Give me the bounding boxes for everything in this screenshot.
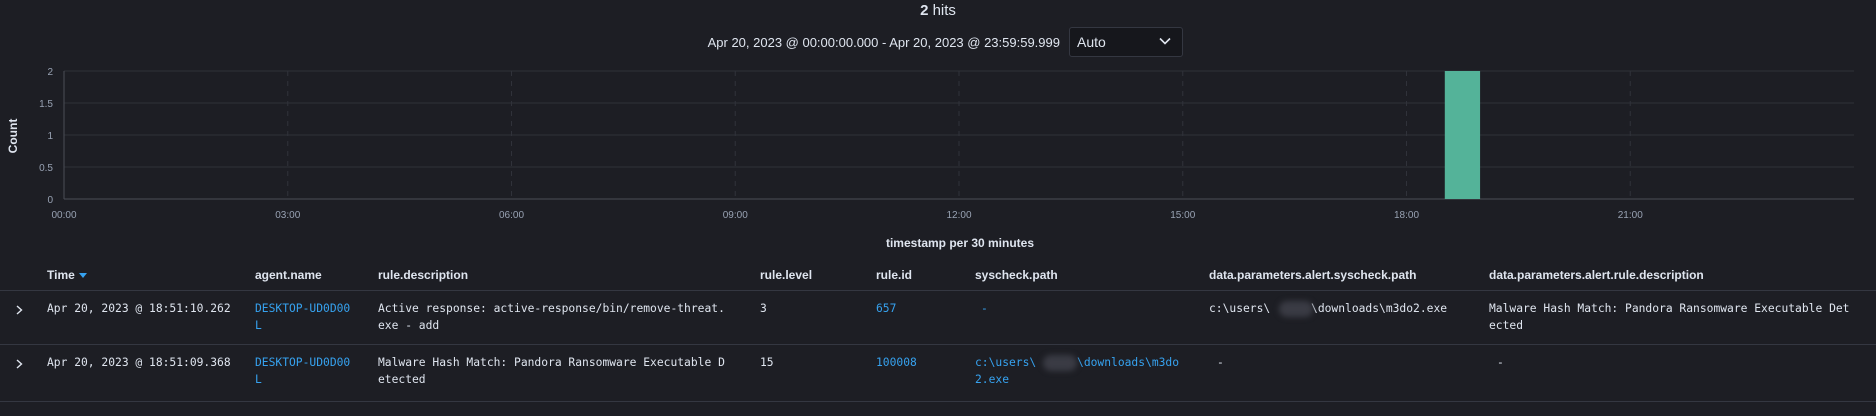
y-tick-label: 1 bbox=[47, 131, 53, 142]
interval-select[interactable]: Auto bbox=[1069, 27, 1183, 57]
hits-count: 2 hits bbox=[0, 2, 1876, 19]
table-row[interactable]: Apr 20, 2023 @ 18:51:09.368 DESKTOP-UD0D… bbox=[0, 345, 1876, 402]
cell-rule-description: Malware Hash Match: Pandora Ransomware E… bbox=[378, 356, 725, 386]
column-header-alert-rule-description[interactable]: data.parameters.alert.rule.description bbox=[1489, 268, 1704, 282]
cell-time: Apr 20, 2023 @ 18:51:09.368 bbox=[47, 356, 231, 369]
cell-syscheck-path[interactable]: c:\users\ \downloads\m3do 2.exe bbox=[975, 354, 1179, 388]
x-tick-label: 06:00 bbox=[499, 210, 524, 221]
redacted-username bbox=[1043, 355, 1077, 371]
column-header-label: Time bbox=[47, 268, 75, 282]
cell-alert-rule-description: - bbox=[1497, 356, 1504, 369]
cell-time: Apr 20, 2023 @ 18:51:10.262 bbox=[47, 302, 231, 315]
x-tick-label: 09:00 bbox=[723, 210, 748, 221]
column-header-syscheck-path[interactable]: syscheck.path bbox=[975, 268, 1058, 282]
x-tick-label: 00:00 bbox=[51, 210, 76, 221]
time-range-text: Apr 20, 2023 @ 00:00:00.000 - Apr 20, 20… bbox=[707, 35, 1060, 50]
column-header-alert-syscheck-path[interactable]: data.parameters.alert.syscheck.path bbox=[1209, 268, 1416, 282]
y-tick-label: 1.5 bbox=[39, 99, 53, 110]
chevron-down-icon bbox=[1159, 37, 1171, 45]
chevron-right-icon[interactable] bbox=[12, 357, 26, 371]
cell-rule-level: 3 bbox=[760, 302, 767, 315]
cell-alert-syscheck-path: c:\users\ \downloads\m3do2.exe bbox=[1209, 302, 1448, 315]
cell-agent-name[interactable]: DESKTOP-UD0D00 L bbox=[255, 354, 350, 388]
chevron-right-icon[interactable] bbox=[12, 303, 26, 317]
histogram-bar[interactable] bbox=[1444, 71, 1481, 199]
cell-rule-id[interactable]: 657 bbox=[876, 300, 896, 317]
cell-syscheck-path[interactable]: - bbox=[981, 300, 988, 317]
x-tick-label: 18:00 bbox=[1394, 210, 1419, 221]
y-tick-label: 2 bbox=[47, 67, 53, 78]
table-header: Time agent.name rule.description rule.le… bbox=[0, 258, 1876, 291]
x-axis-label: timestamp per 30 minutes bbox=[886, 236, 1034, 250]
table-row[interactable]: Apr 20, 2023 @ 18:51:10.262 DESKTOP-UD0D… bbox=[0, 291, 1876, 345]
column-header-agent-name[interactable]: agent.name bbox=[255, 268, 322, 282]
time-range-bar: Apr 20, 2023 @ 00:00:00.000 - Apr 20, 20… bbox=[0, 27, 1876, 57]
hits-number: 2 bbox=[920, 2, 929, 19]
column-header-time[interactable]: Time bbox=[47, 268, 87, 282]
histogram-chart[interactable]: 0 0.5 1 1.5 2 00:00 03:00 06:00 09:00 12:00 15:00… bbox=[0, 60, 1876, 252]
y-axis-label: Count bbox=[6, 119, 20, 154]
cell-alert-rule-description: Malware Hash Match: Pandora Ransomware E… bbox=[1489, 302, 1850, 332]
interval-value: Auto bbox=[1077, 34, 1106, 50]
cell-rule-id[interactable]: 100008 bbox=[876, 354, 917, 371]
cell-alert-syscheck-path: - bbox=[1217, 356, 1224, 369]
cell-agent-name[interactable]: DESKTOP-UD0D00 L bbox=[255, 300, 350, 334]
redacted-username bbox=[1279, 301, 1313, 317]
sort-desc-icon[interactable] bbox=[78, 273, 87, 279]
cell-rule-level: 15 bbox=[760, 356, 774, 369]
column-header-rule-level[interactable]: rule.level bbox=[760, 268, 812, 282]
hits-label: hits bbox=[932, 2, 956, 19]
y-tick-label: 0.5 bbox=[39, 163, 53, 174]
x-tick-label: 21:00 bbox=[1618, 210, 1643, 221]
column-header-rule-description[interactable]: rule.description bbox=[378, 268, 468, 282]
column-header-rule-id[interactable]: rule.id bbox=[876, 268, 912, 282]
x-tick-label: 15:00 bbox=[1170, 210, 1195, 221]
x-tick-label: 03:00 bbox=[275, 210, 300, 221]
x-tick-label: 12:00 bbox=[946, 210, 971, 221]
y-tick-label: 0 bbox=[47, 195, 53, 206]
cell-rule-description: Active response: active-response/bin/rem… bbox=[378, 302, 725, 332]
